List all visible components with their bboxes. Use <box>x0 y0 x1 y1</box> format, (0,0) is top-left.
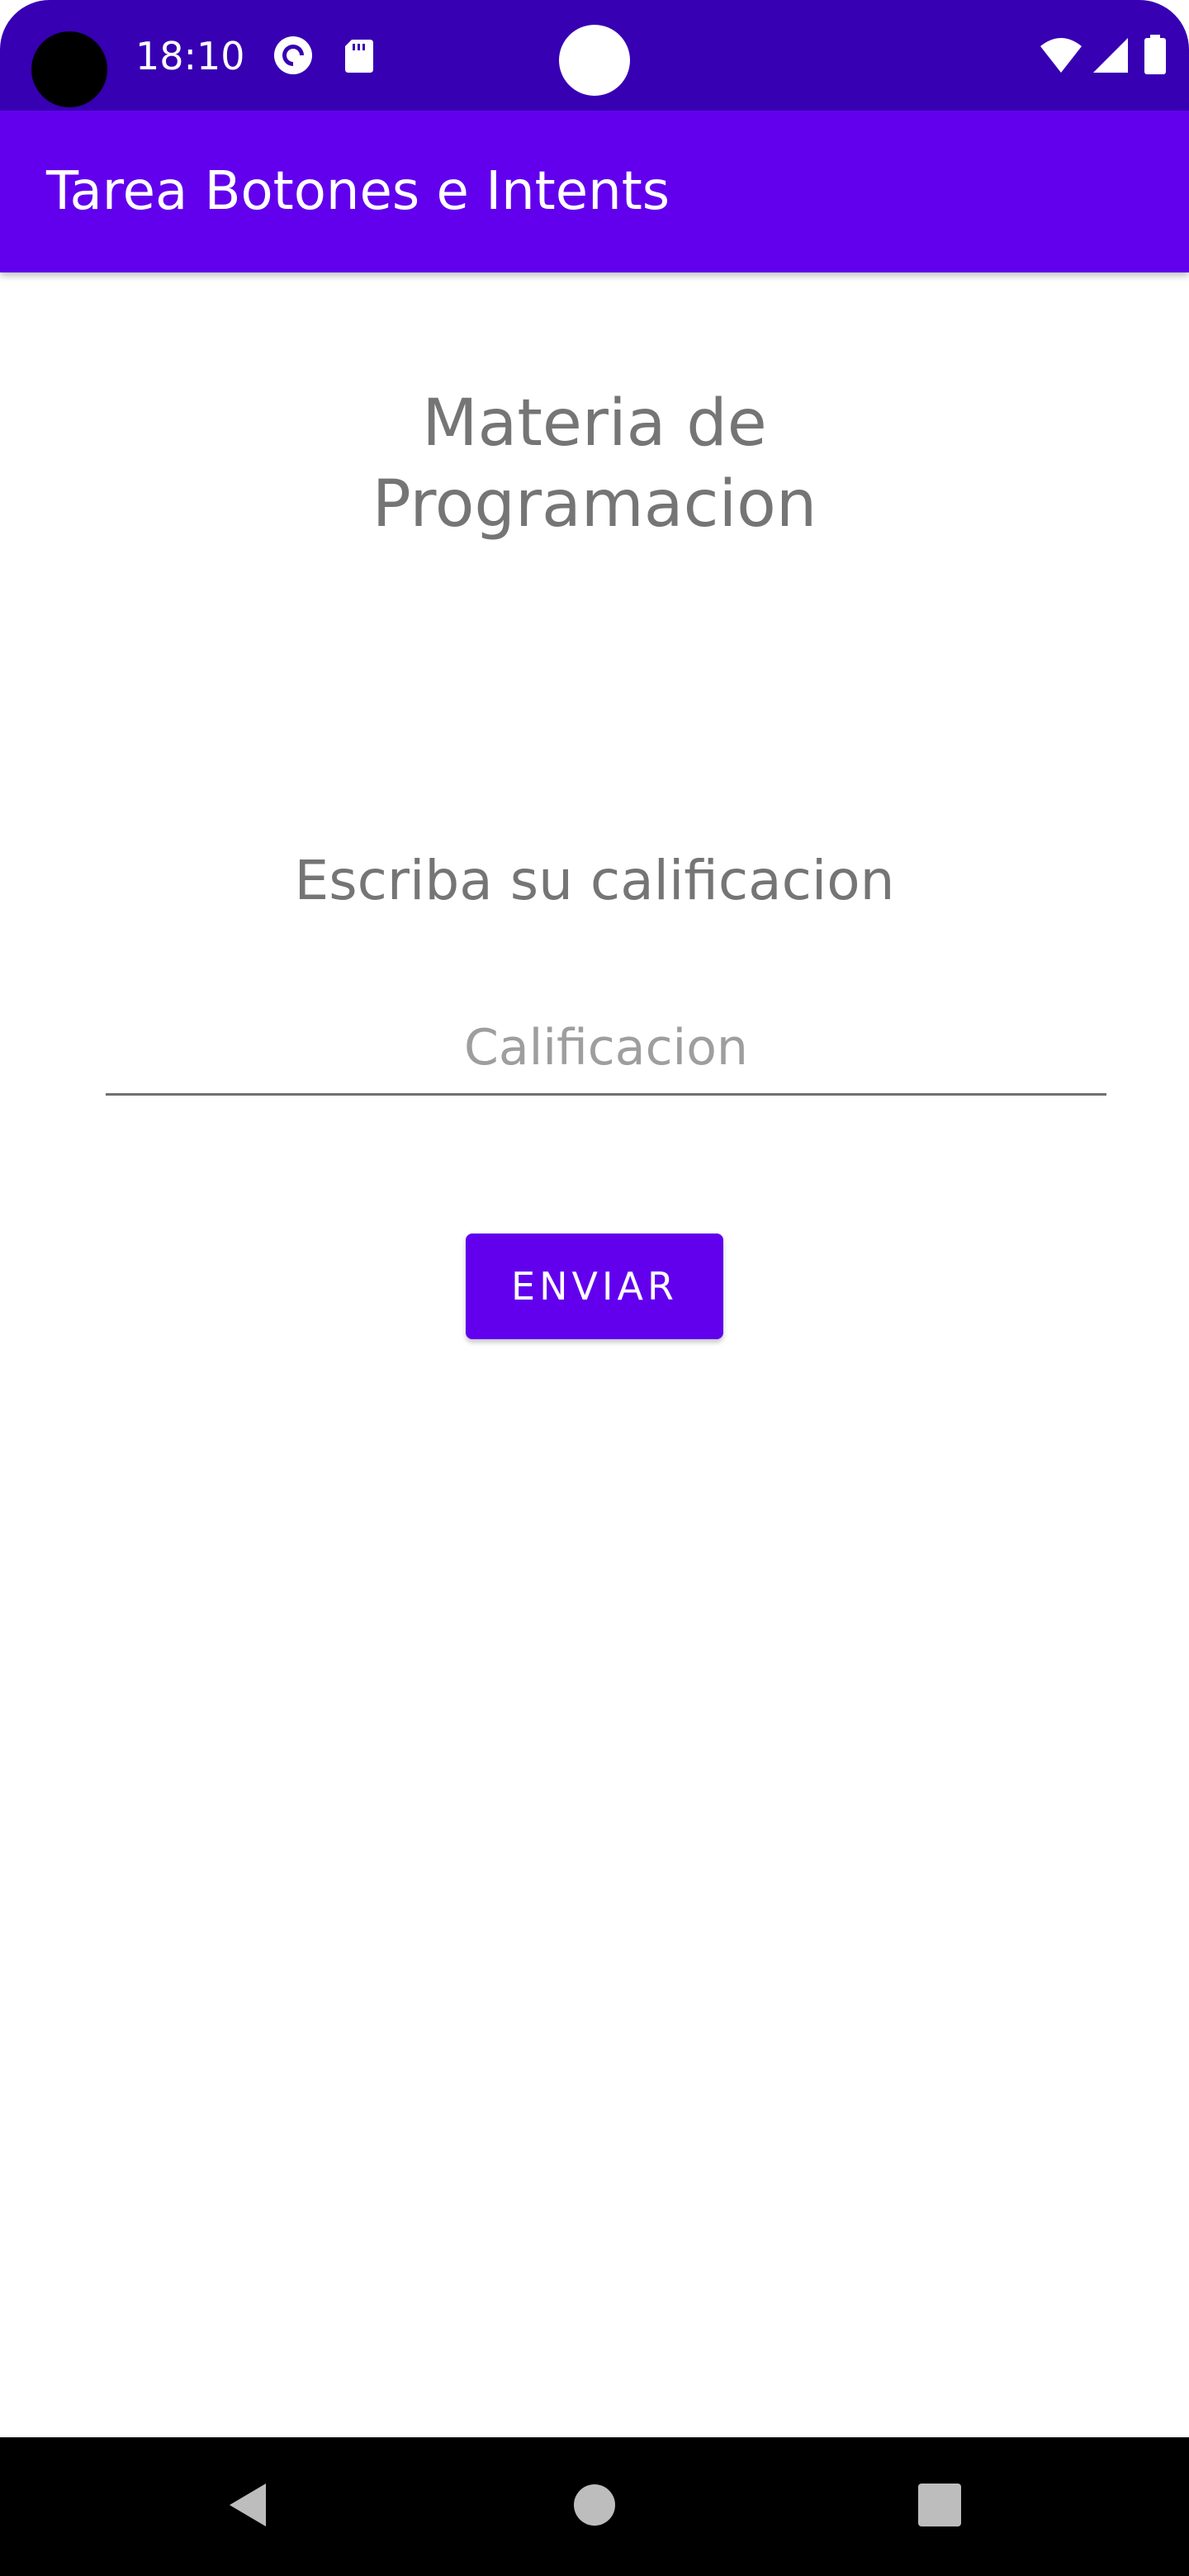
back-button[interactable] <box>180 2437 319 2576</box>
phone-screen: 18:10 Tarea Botones e Intents Materia de… <box>0 0 1189 2576</box>
back-icon <box>225 2480 274 2533</box>
home-icon <box>572 2483 617 2531</box>
subject-title-line-1: Materia de <box>422 386 767 461</box>
app-bar: Tarea Botones e Intents <box>0 111 1189 272</box>
battery-icon <box>1143 35 1168 76</box>
grade-input[interactable] <box>106 1002 1106 1096</box>
navigation-bar <box>0 2437 1189 2576</box>
recents-button[interactable] <box>870 2437 1009 2576</box>
sd-card-icon <box>339 35 380 76</box>
send-button[interactable]: ENVIAR <box>466 1234 723 1339</box>
status-center-dot <box>559 25 630 96</box>
wifi-icon <box>1039 35 1083 76</box>
recents-icon <box>917 2483 962 2531</box>
camera-cutout <box>31 31 107 107</box>
status-bar: 18:10 <box>0 0 1189 111</box>
grade-prompt-label: Escriba su calificacion <box>294 849 895 912</box>
status-time: 18:10 <box>135 34 245 78</box>
pocket-casts-icon <box>272 35 314 76</box>
subject-title-line-2: Programacion <box>372 467 817 542</box>
home-button[interactable] <box>525 2437 664 2576</box>
subject-title: Materia de Programacion <box>264 383 925 545</box>
cellular-signal-icon <box>1090 35 1131 76</box>
app-title: Tarea Botones e Intents <box>46 161 670 222</box>
